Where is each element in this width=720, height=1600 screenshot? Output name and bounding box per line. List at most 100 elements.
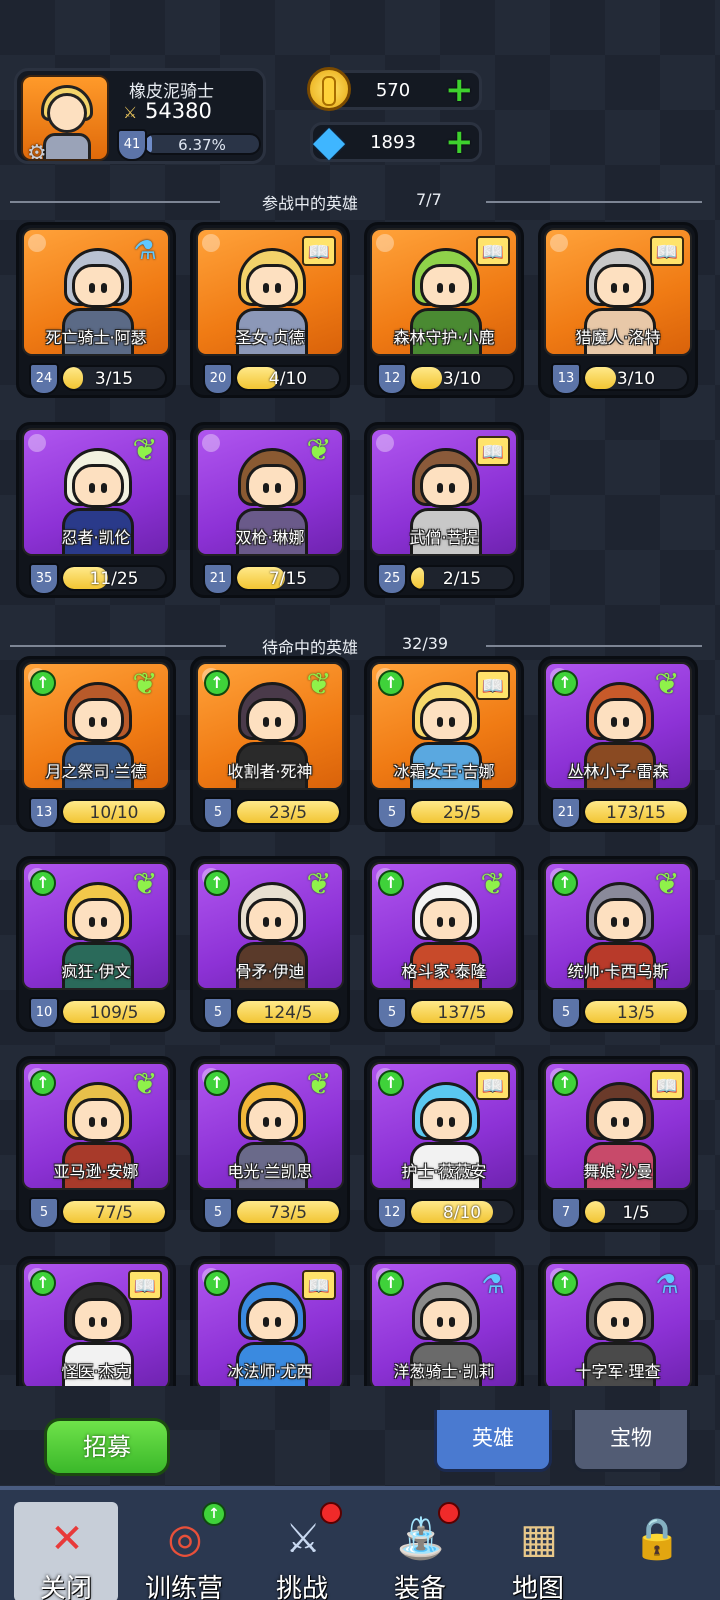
hero-name: 月之祭司·兰德 xyxy=(45,762,147,781)
wing-icon: ❦ xyxy=(654,867,680,902)
hero-card[interactable]: 怪医·杰克 📖 ↑ xyxy=(16,1256,176,1386)
hero-level-shield: 12 xyxy=(377,363,407,395)
hero-progress-bar: 137/5 xyxy=(409,999,515,1025)
upgrade-arrow-icon: ↑ xyxy=(552,1070,578,1096)
upgrade-arrow-icon: ↑ xyxy=(204,1270,230,1296)
hero-card[interactable]: 骨矛·伊迪 ❦ ↑ 5 124/5 xyxy=(190,856,350,1032)
hero-portrait: 电光·兰凯思 ❦ ↑ xyxy=(196,1062,344,1190)
hero-progress-text: 8/10 xyxy=(442,1203,482,1223)
hero-progress-text: 25/5 xyxy=(442,803,482,823)
hero-portrait: 统帅·卡西乌斯 ❦ ↑ xyxy=(544,862,692,990)
hero-progress-bar: 73/5 xyxy=(235,1199,341,1225)
hero-progress-bar: 13/5 xyxy=(583,999,689,1025)
hero-name: 疯狂·伊文 xyxy=(61,962,131,981)
hero-portrait: 舞娘·沙曼 📖 ↑ xyxy=(544,1062,692,1190)
hero-progress-text: 73/5 xyxy=(268,1203,308,1223)
hero-name: 十字军·理查 xyxy=(575,1362,661,1381)
nav-watering-can[interactable]: ⛲ 装备 xyxy=(368,1502,472,1600)
nav-label: 装备 xyxy=(393,1574,446,1600)
hero-name: 冰霜女王·吉娜 xyxy=(393,762,495,781)
tab-treasure[interactable]: 宝物 xyxy=(572,1410,690,1472)
hero-level-shield: 7 xyxy=(551,1197,581,1229)
wing-icon: ❦ xyxy=(306,667,332,702)
hero-portrait: 格斗家·泰隆 ❦ ↑ xyxy=(370,862,518,990)
hero-card[interactable]: 冰霜女王·吉娜 📖 ↑ 5 25/5 xyxy=(364,656,524,832)
tab-heroes[interactable]: 英雄 xyxy=(434,1410,552,1472)
hero-level-shield: 13 xyxy=(29,797,59,829)
hero-progress-bar: 124/5 xyxy=(235,999,341,1025)
upgrade-arrow-icon: ↑ xyxy=(378,870,404,896)
hero-progress-bar: 109/5 xyxy=(61,999,167,1025)
upgrade-arrow-icon: ↑ xyxy=(30,1070,56,1096)
hero-progress-bar: 77/5 xyxy=(61,1199,167,1225)
close-icon: ✕ xyxy=(50,1516,84,1562)
hero-card[interactable]: 丛林小子·雷森 ❦ ↑ 21 173/15 xyxy=(538,656,698,832)
hero-card[interactable]: 格斗家·泰隆 ❦ ↑ 5 137/5 xyxy=(364,856,524,1032)
notification-dot xyxy=(320,1502,342,1524)
hero-progress-bar: 23/5 xyxy=(235,799,341,825)
hero-card[interactable]: 舞娘·沙曼 📖 ↑ 7 1/5 xyxy=(538,1056,698,1232)
book-icon: 📖 xyxy=(650,1070,684,1100)
upgrade-arrow-icon: ↑ xyxy=(552,870,578,896)
bottom-nav: ✕ 关闭 ◎ 训练营 ↑ ⚔ 挑战 ⛲ 装备 ▦ 地图 🔒 xyxy=(0,1486,720,1600)
hero-progress-bar: 173/15 xyxy=(583,799,689,825)
locked-icon: 🔒 xyxy=(632,1516,682,1562)
upgrade-arrow-icon: ↑ xyxy=(30,1270,56,1296)
hero-card[interactable]: 洋葱骑士·凯莉 ⚗ ↑ xyxy=(364,1256,524,1386)
book-icon: 📖 xyxy=(128,1270,162,1300)
hero-level-shield: 13 xyxy=(551,363,581,395)
hero-level-shield: 5 xyxy=(377,997,407,1029)
book-icon: 📖 xyxy=(302,1270,336,1300)
hero-name: 电光·兰凯思 xyxy=(227,1162,313,1181)
nav-treasure-map[interactable]: ▦ 地图 xyxy=(486,1502,590,1600)
hero-level-shield: 10 xyxy=(29,997,59,1029)
hero-level-shield: 5 xyxy=(203,797,233,829)
hero-name: 冰法师·尤西 xyxy=(227,1362,313,1381)
hero-card[interactable]: 电光·兰凯思 ❦ ↑ 5 73/5 xyxy=(190,1056,350,1232)
hero-portrait: 月之祭司·兰德 ❦ ↑ xyxy=(22,662,170,790)
hero-level-shield: 5 xyxy=(29,1197,59,1229)
nav-close[interactable]: ✕ 关闭 xyxy=(14,1502,118,1600)
hero-card[interactable]: 统帅·卡西乌斯 ❦ ↑ 5 13/5 xyxy=(538,856,698,1032)
hero-card[interactable]: 十字军·理查 ⚗ ↑ xyxy=(538,1256,698,1386)
upgrade-arrow-icon: ↑ xyxy=(30,870,56,896)
hero-level-shield: 5 xyxy=(203,1197,233,1229)
hero-portrait: 怪医·杰克 📖 ↑ xyxy=(22,1262,170,1386)
hero-portrait: 丛林小子·雷森 ❦ ↑ xyxy=(544,662,692,790)
nav-label: 挑战 xyxy=(275,1574,328,1600)
hero-card[interactable]: 亚马逊·安娜 ❦ ↑ 5 77/5 xyxy=(16,1056,176,1232)
hero-name: 亚马逊·安娜 xyxy=(53,1162,139,1181)
potion-icon: ⚗ xyxy=(481,1270,505,1300)
potion-icon: ⚗ xyxy=(655,1270,679,1300)
hero-portrait: 十字军·理查 ⚗ ↑ xyxy=(544,1262,692,1386)
hero-name: 洋葱骑士·凯莉 xyxy=(393,1362,495,1381)
nav-training-target[interactable]: ◎ 训练营 ↑ xyxy=(132,1502,236,1600)
hero-card[interactable]: 冰法师·尤西 📖 ↑ xyxy=(190,1256,350,1386)
hero-name: 怪医·杰克 xyxy=(61,1362,131,1381)
hero-card[interactable]: 收割者·死神 ❦ ↑ 5 23/5 xyxy=(190,656,350,832)
hero-level-shield: 5 xyxy=(377,797,407,829)
hero-portrait: 疯狂·伊文 ❦ ↑ xyxy=(22,862,170,990)
nav-label: 训练营 xyxy=(144,1574,223,1600)
hero-level-shield: 24 xyxy=(29,363,59,395)
hero-name: 收割者·死神 xyxy=(227,762,313,781)
hero-card[interactable]: 月之祭司·兰德 ❦ ↑ 13 10/10 xyxy=(16,656,176,832)
hero-card[interactable]: 护士·薇薇安 📖 ↑ 12 8/10 xyxy=(364,1056,524,1232)
recruit-button[interactable]: 招募 xyxy=(44,1418,170,1476)
hero-progress-text: 1/5 xyxy=(622,1203,650,1223)
hero-progress-bar: 1/5 xyxy=(583,1199,689,1225)
hero-portrait: 洋葱骑士·凯莉 ⚗ ↑ xyxy=(370,1262,518,1386)
wing-icon: ❦ xyxy=(132,1067,158,1102)
nav-sword[interactable]: ⚔ 挑战 xyxy=(250,1502,354,1600)
treasure-map-icon: ▦ xyxy=(520,1516,558,1562)
hero-progress-text: 23/5 xyxy=(268,803,308,823)
hero-level-shield: 35 xyxy=(29,563,59,595)
hero-level-shield: 25 xyxy=(377,563,407,595)
hero-level-shield: 5 xyxy=(551,997,581,1029)
hero-progress-text: 13/5 xyxy=(616,1003,656,1023)
nav-label: 关闭 xyxy=(39,1574,92,1600)
nav-locked[interactable]: 🔒 xyxy=(604,1502,708,1600)
hero-card[interactable]: 疯狂·伊文 ❦ ↑ 10 109/5 xyxy=(16,856,176,1032)
hero-level-shield: 5 xyxy=(203,997,233,1029)
hero-progress-text: 173/15 xyxy=(606,803,666,823)
